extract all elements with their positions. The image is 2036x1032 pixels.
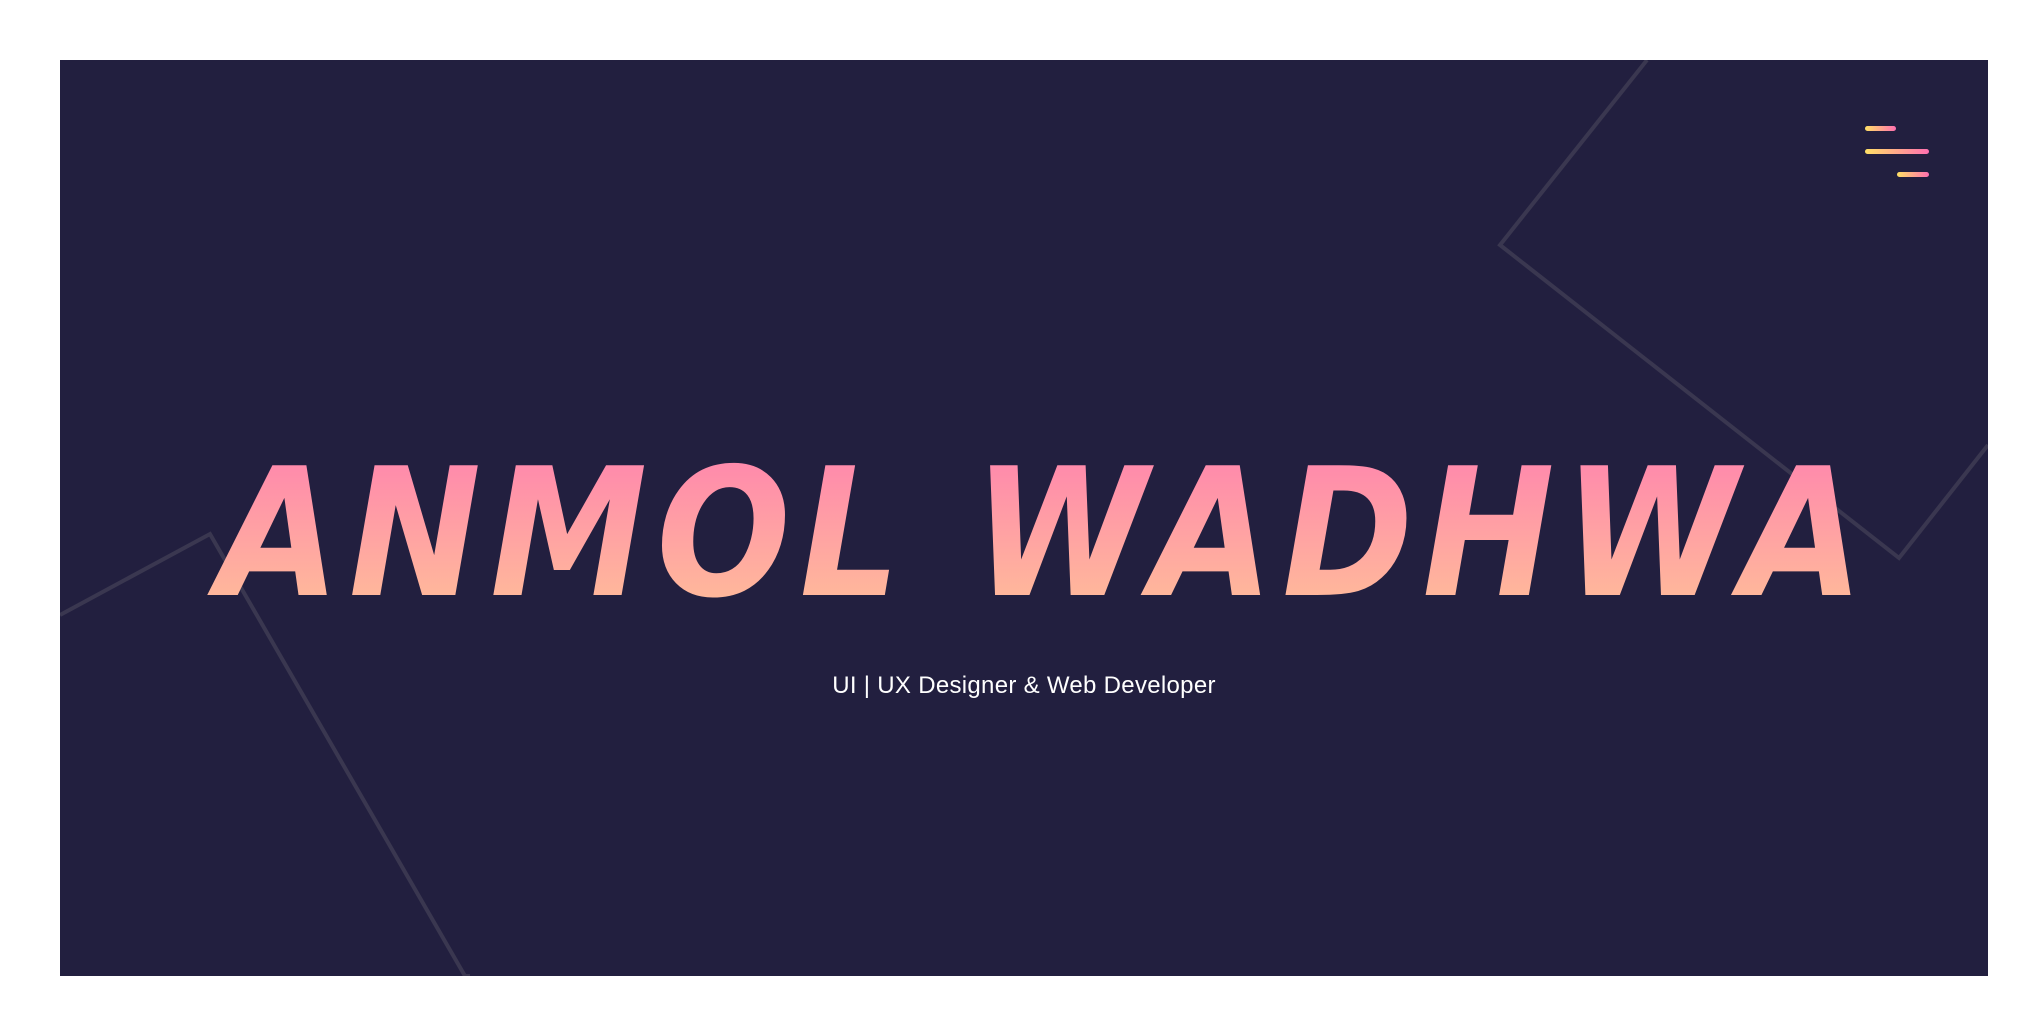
hero-section: ANMOL WADHWA UI | UX Designer & Web Deve… [60, 60, 1988, 976]
hero-name: ANMOL WADHWA [207, 430, 1873, 637]
menu-button[interactable] [1862, 118, 1932, 178]
hero-name-text: ANMOL WADHWA [207, 430, 1873, 637]
hero-tagline: UI | UX Designer & Web Developer [832, 672, 1216, 699]
